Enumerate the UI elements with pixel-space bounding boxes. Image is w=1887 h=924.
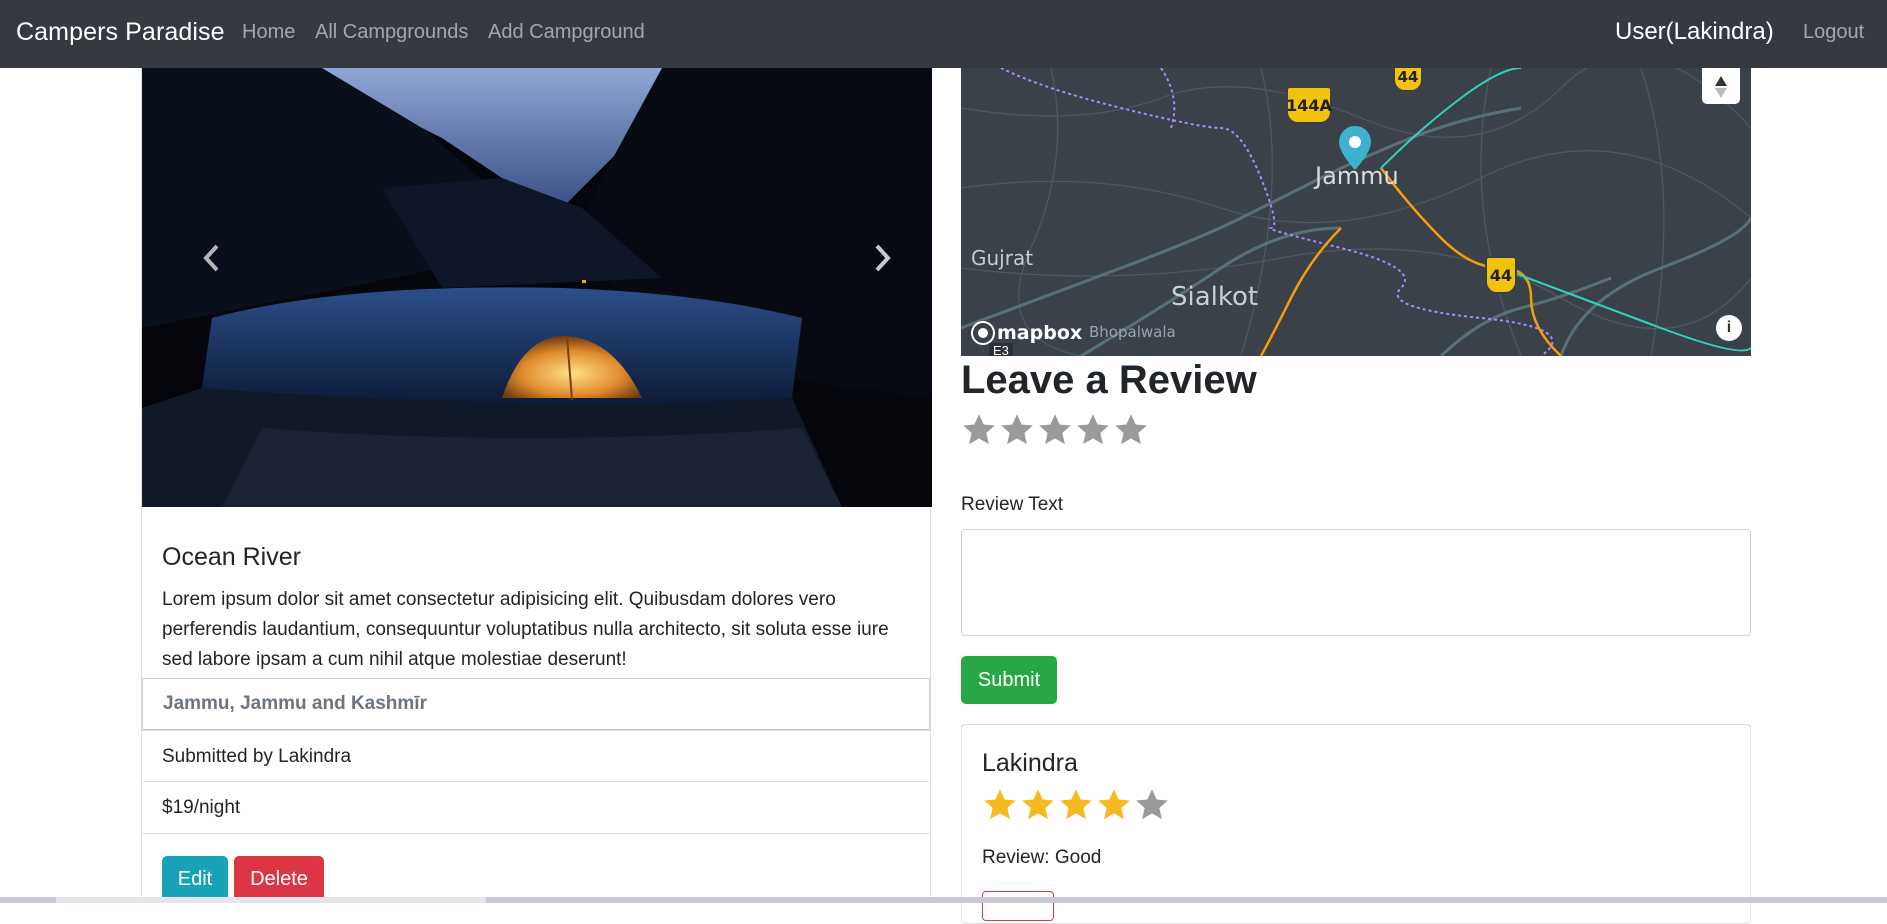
- chevron-left-icon: [203, 244, 219, 272]
- star-icon[interactable]: [999, 412, 1035, 448]
- carousel-next-button[interactable]: [852, 228, 912, 288]
- mapbox-logo[interactable]: mapbox: [973, 322, 1082, 344]
- campground-location: Jammu, Jammu and Kashmīr: [142, 678, 930, 730]
- road-shield-44: 44: [1485, 256, 1517, 294]
- review-author: Lakindra: [982, 749, 1078, 777]
- campground-card: Ocean River Lorem ipsum dolor sit amet c…: [141, 68, 932, 903]
- nav-user-label[interactable]: User(Lakindra): [1615, 18, 1774, 46]
- map-label-gujrat: Gujrat: [971, 246, 1034, 270]
- star-icon[interactable]: [1037, 412, 1073, 448]
- submitted-by-text: Submitted by Lakindra: [162, 745, 352, 767]
- brand-link[interactable]: Campers Paradise: [16, 18, 225, 47]
- nav-add-campground-link[interactable]: Add Campground: [488, 21, 645, 44]
- campground-price: $19/night: [142, 781, 930, 833]
- road-shield-144a: 144A: [1286, 86, 1332, 124]
- location-map[interactable]: 144A 44 44 Jammu Gujrat Sialkot Bhopalwa…: [961, 68, 1751, 356]
- campground-description: Lorem ipsum dolor sit amet consectetur a…: [162, 589, 889, 670]
- campground-actions: Edit Delete: [142, 833, 930, 903]
- location-text: Jammu, Jammu and Kashmīr: [163, 693, 427, 714]
- submit-button[interactable]: Submit: [961, 656, 1057, 704]
- price-text: $19/night: [162, 796, 241, 818]
- campground-photo: [142, 68, 932, 507]
- campground-title: Ocean River: [162, 543, 301, 571]
- delete-button[interactable]: Delete: [234, 856, 324, 902]
- star-icon[interactable]: [961, 412, 997, 448]
- map-label-bhopalwala: Bhopalwala: [1089, 323, 1176, 341]
- map-terrain: [961, 68, 1751, 356]
- scrollbar-thumb[interactable]: [56, 897, 486, 903]
- star-icon[interactable]: [1113, 412, 1149, 448]
- map-label-jammu: Jammu: [1315, 162, 1399, 190]
- image-carousel: [142, 68, 932, 507]
- review-text: Review: Good: [982, 847, 1102, 868]
- review-delete-button[interactable]: [982, 891, 1054, 921]
- compass-icon: [1715, 76, 1727, 98]
- map-info-button[interactable]: i: [1716, 315, 1742, 341]
- star-icon: [1136, 789, 1168, 820]
- road-label-e3: E3: [989, 343, 1013, 356]
- edit-button[interactable]: Edit: [162, 856, 228, 902]
- review-text-input[interactable]: [961, 529, 1751, 636]
- road-shield-44: 44: [1393, 68, 1423, 92]
- star-icon: [1098, 789, 1130, 820]
- review-card: Lakindra Review: Good: [961, 724, 1751, 924]
- mapbox-logo-text: mapbox: [997, 322, 1083, 344]
- review-heading: Leave a Review: [961, 358, 1257, 402]
- map-compass-button[interactable]: [1702, 68, 1740, 104]
- star-icon: [984, 789, 1016, 820]
- review-text-label: Review Text: [961, 494, 1064, 515]
- rating-input[interactable]: [961, 412, 1149, 448]
- campground-author: Submitted by Lakindra: [142, 730, 930, 782]
- star-icon: [1022, 789, 1054, 820]
- star-icon[interactable]: [1075, 412, 1111, 448]
- chevron-right-icon: [875, 244, 891, 272]
- nav-logout-link[interactable]: Logout: [1803, 21, 1864, 44]
- nav-all-campgrounds-link[interactable]: All Campgrounds: [315, 21, 468, 44]
- info-icon: i: [1726, 319, 1732, 336]
- map-label-sialkot: Sialkot: [1171, 282, 1259, 312]
- nav-home-link[interactable]: Home: [242, 21, 295, 44]
- mapbox-logo-icon: [973, 323, 993, 343]
- top-navbar: Campers Paradise Home All Campgrounds Ad…: [0, 0, 1887, 68]
- carousel-prev-button[interactable]: [182, 228, 242, 288]
- review-rating: [982, 787, 1170, 823]
- star-icon: [1060, 789, 1092, 820]
